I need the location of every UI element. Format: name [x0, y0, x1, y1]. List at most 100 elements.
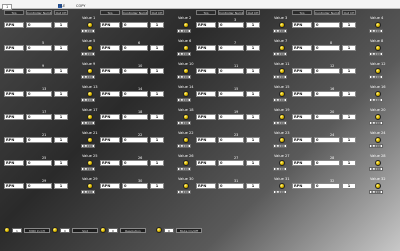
type-field[interactable]: RPN	[4, 22, 24, 28]
out-ch-field[interactable]: 1	[150, 160, 164, 166]
controller-number-field[interactable]: 0	[314, 45, 340, 51]
type-field[interactable]: RPN	[4, 68, 24, 74]
controller-number-field[interactable]: 0	[26, 137, 52, 143]
value-knob-icon[interactable]	[279, 45, 285, 51]
value-knob-icon[interactable]	[87, 137, 93, 143]
controller-number-field[interactable]: 0	[122, 91, 148, 97]
out-ch-field[interactable]: 1	[246, 183, 260, 189]
type-field[interactable]: RPN	[100, 68, 120, 74]
controller-number-field[interactable]: 0	[314, 160, 340, 166]
type-field[interactable]: RPN	[4, 114, 24, 120]
type-field[interactable]: RPN	[196, 137, 216, 143]
value-knob-icon[interactable]	[279, 68, 285, 74]
controller-number-field[interactable]: 0	[218, 114, 244, 120]
value-knob-icon[interactable]	[183, 91, 189, 97]
type-field[interactable]: RPN	[196, 45, 216, 51]
controller-number-field[interactable]: 0	[218, 160, 244, 166]
type-field[interactable]: RPN	[4, 91, 24, 97]
value-knob-icon[interactable]	[87, 114, 93, 120]
out-ch-field[interactable]: 1	[342, 160, 356, 166]
type-field[interactable]: RPN	[4, 137, 24, 143]
controller-number-field[interactable]: 0	[26, 45, 52, 51]
value-knob-icon[interactable]	[279, 91, 285, 97]
out-ch-field[interactable]: 1	[246, 22, 260, 28]
type-field[interactable]: RPN	[292, 22, 312, 28]
value-knob-icon[interactable]	[279, 183, 285, 189]
footer-value[interactable]: 0	[108, 227, 118, 233]
value-knob-icon[interactable]	[375, 91, 381, 97]
type-field[interactable]: RPN	[100, 160, 120, 166]
type-field[interactable]: RPN	[292, 45, 312, 51]
controller-number-field[interactable]: 0	[218, 22, 244, 28]
value-knob-icon[interactable]	[375, 22, 381, 28]
value-knob-icon[interactable]	[183, 22, 189, 28]
type-field[interactable]: RPN	[196, 68, 216, 74]
value-knob-icon[interactable]	[183, 160, 189, 166]
out-ch-field[interactable]: 1	[54, 183, 68, 189]
type-field[interactable]: RPN	[196, 22, 216, 28]
page-selector[interactable]: PAGE 1	[2, 2, 13, 10]
controller-number-field[interactable]: 0	[314, 183, 340, 189]
controller-number-field[interactable]: 0	[314, 114, 340, 120]
controller-number-field[interactable]: 0	[26, 68, 52, 74]
type-field[interactable]: RPN	[100, 114, 120, 120]
footer-knob-icon[interactable]	[100, 227, 106, 233]
value-knob-icon[interactable]	[375, 137, 381, 143]
out-ch-field[interactable]: 1	[246, 68, 260, 74]
out-ch-field[interactable]: 1	[246, 45, 260, 51]
controller-number-field[interactable]: 0	[122, 22, 148, 28]
type-field[interactable]: RPN	[292, 68, 312, 74]
out-ch-field[interactable]: 1	[150, 68, 164, 74]
value-knob-icon[interactable]	[279, 137, 285, 143]
controller-number-field[interactable]: 0	[314, 22, 340, 28]
type-field[interactable]: RPN	[292, 91, 312, 97]
type-field[interactable]: RPN	[4, 183, 24, 189]
value-knob-icon[interactable]	[375, 45, 381, 51]
controller-number-field[interactable]: 0	[122, 68, 148, 74]
type-field[interactable]: RPN	[196, 114, 216, 120]
controller-number-field[interactable]: 0	[218, 91, 244, 97]
out-ch-field[interactable]: 1	[342, 183, 356, 189]
out-ch-field[interactable]: 1	[54, 114, 68, 120]
type-field[interactable]: RPN	[292, 183, 312, 189]
value-knob-icon[interactable]	[279, 114, 285, 120]
type-field[interactable]: RPN	[196, 91, 216, 97]
value-knob-icon[interactable]	[87, 68, 93, 74]
footer-knob-icon[interactable]	[156, 227, 162, 233]
type-field[interactable]: RPN	[100, 137, 120, 143]
value-knob-icon[interactable]	[279, 160, 285, 166]
out-ch-field[interactable]: 1	[342, 22, 356, 28]
out-ch-field[interactable]: 1	[54, 137, 68, 143]
value-knob-icon[interactable]	[87, 22, 93, 28]
type-field[interactable]: RPN	[196, 160, 216, 166]
out-ch-field[interactable]: 1	[54, 68, 68, 74]
out-ch-field[interactable]: 1	[150, 91, 164, 97]
footer-knob-icon[interactable]	[4, 227, 10, 233]
out-ch-field[interactable]: 1	[54, 45, 68, 51]
footer-knob-icon[interactable]	[52, 227, 58, 233]
out-ch-field[interactable]: 1	[342, 114, 356, 120]
type-field[interactable]: RPN	[4, 45, 24, 51]
controller-number-field[interactable]: 0	[218, 45, 244, 51]
out-ch-field[interactable]: 1	[150, 183, 164, 189]
out-ch-field[interactable]: 1	[246, 137, 260, 143]
controller-number-field[interactable]: 0	[218, 183, 244, 189]
type-field[interactable]: RPN	[292, 114, 312, 120]
type-field[interactable]: RPN	[100, 91, 120, 97]
controller-number-field[interactable]: 0	[218, 68, 244, 74]
type-field[interactable]: RPN	[100, 22, 120, 28]
controller-number-field[interactable]: 0	[122, 137, 148, 143]
controller-number-field[interactable]: 0	[26, 160, 52, 166]
value-knob-icon[interactable]	[183, 68, 189, 74]
value-knob-icon[interactable]	[183, 114, 189, 120]
out-ch-field[interactable]: 1	[54, 22, 68, 28]
out-ch-field[interactable]: 1	[54, 91, 68, 97]
controller-number-field[interactable]: 0	[26, 22, 52, 28]
footer-value[interactable]: 1	[12, 227, 22, 233]
value-knob-icon[interactable]	[87, 91, 93, 97]
out-ch-field[interactable]: 1	[150, 114, 164, 120]
controller-number-field[interactable]: 0	[122, 160, 148, 166]
value-knob-icon[interactable]	[375, 114, 381, 120]
out-ch-field[interactable]: 1	[246, 114, 260, 120]
value-knob-icon[interactable]	[87, 183, 93, 189]
